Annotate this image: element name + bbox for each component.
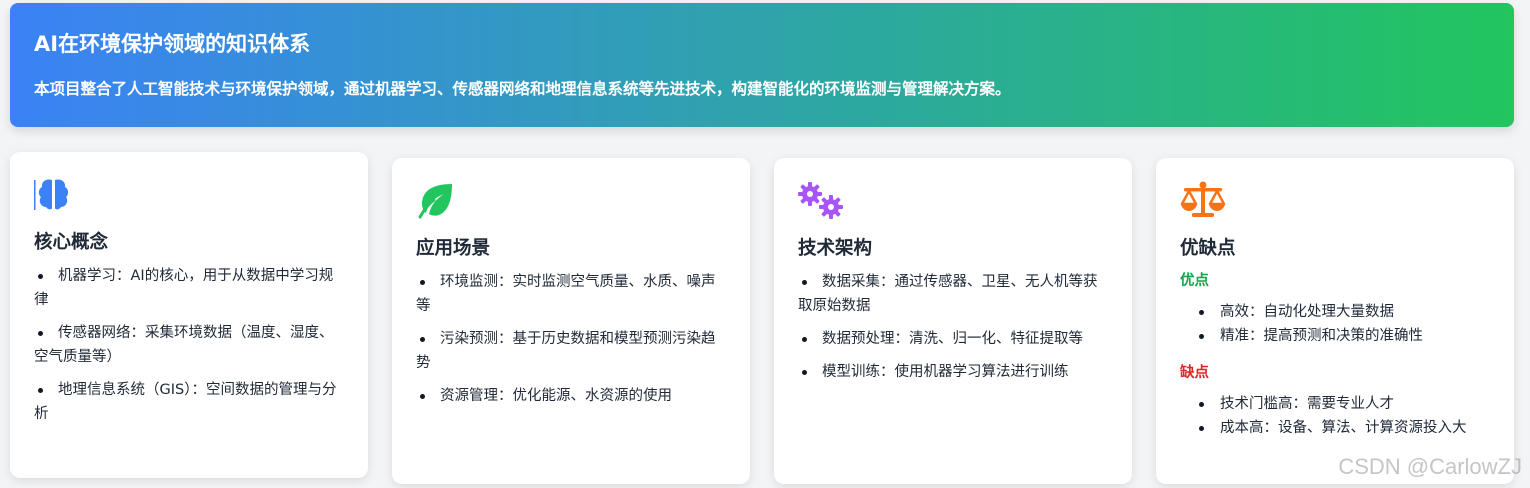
list-item: 污染预测：基于历史数据和模型预测污染趋势	[416, 327, 728, 375]
card-pros-cons: 优缺点 优点 高效：自动化处理大量数据 精准：提高预测和决策的准确性 缺点 技术…	[1156, 158, 1514, 484]
list-item: 数据采集：通过传感器、卫星、无人机等获取原始数据	[798, 270, 1110, 318]
list-item: 精准：提高预测和决策的准确性	[1180, 324, 1492, 348]
cons-list: 技术门槛高：需要专业人才 成本高：设备、算法、计算资源投入大	[1180, 392, 1492, 440]
card-title: 技术架构	[798, 238, 873, 259]
card-application-scenarios: 应用场景 环境监测：实时监测空气质量、水质、噪声等 污染预测：基于历史数据和模型…	[392, 158, 750, 484]
list-item: 数据预处理：清洗、归一化、特征提取等	[798, 327, 1110, 351]
pros-label: 优点	[1180, 273, 1209, 289]
list-item: 模型训练：使用机器学习算法进行训练	[798, 360, 1110, 384]
watermark: CSDN @CarlowZJ	[1338, 454, 1522, 479]
gears-icon	[798, 182, 843, 219]
application-scenarios-list: 环境监测：实时监测空气质量、水质、噪声等 污染预测：基于历史数据和模型预测污染趋…	[416, 270, 728, 408]
core-concepts-list: 机器学习：AI的核心，用于从数据中学习规律 传感器网络：采集环境数据（温度、湿度…	[34, 264, 346, 426]
card-title: 核心概念	[34, 232, 109, 253]
card-title: 优缺点	[1180, 238, 1236, 259]
list-item: 资源管理：优化能源、水资源的使用	[416, 384, 728, 408]
technical-architecture-list: 数据采集：通过传感器、卫星、无人机等获取原始数据 数据预处理：清洗、归一化、特征…	[798, 270, 1110, 384]
card-technical-architecture: 技术架构 数据采集：通过传感器、卫星、无人机等获取原始数据 数据预处理：清洗、归…	[774, 158, 1132, 484]
page-title: AI在环境保护领域的知识体系	[34, 32, 311, 56]
list-item: 地理信息系统（GIS）：空间数据的管理与分析	[34, 378, 346, 426]
leaf-icon	[418, 184, 452, 219]
cons-label: 缺点	[1180, 365, 1209, 381]
list-item: 传感器网络：采集环境数据（温度、湿度、空气质量等）	[34, 321, 346, 369]
header-banner: AI在环境保护领域的知识体系 本项目整合了人工智能技术与环境保护领域，通过机器学…	[10, 3, 1514, 127]
page-description: 本项目整合了人工智能技术与环境保护领域，通过机器学习、传感器网络和地理信息系统等…	[34, 80, 1011, 98]
card-title: 应用场景	[416, 238, 491, 259]
list-item: 环境监测：实时监测空气质量、水质、噪声等	[416, 270, 728, 318]
scale-icon	[1180, 181, 1226, 217]
pros-list: 高效：自动化处理大量数据 精准：提高预测和决策的准确性	[1180, 300, 1492, 348]
list-item: 高效：自动化处理大量数据	[1180, 300, 1492, 324]
list-item: 成本高：设备、算法、计算资源投入大	[1180, 416, 1492, 440]
list-item: 机器学习：AI的核心，用于从数据中学习规律	[34, 264, 346, 312]
brain-icon	[34, 179, 69, 210]
card-core-concepts: 核心概念 机器学习：AI的核心，用于从数据中学习规律 传感器网络：采集环境数据（…	[10, 152, 368, 478]
list-item: 技术门槛高：需要专业人才	[1180, 392, 1492, 416]
